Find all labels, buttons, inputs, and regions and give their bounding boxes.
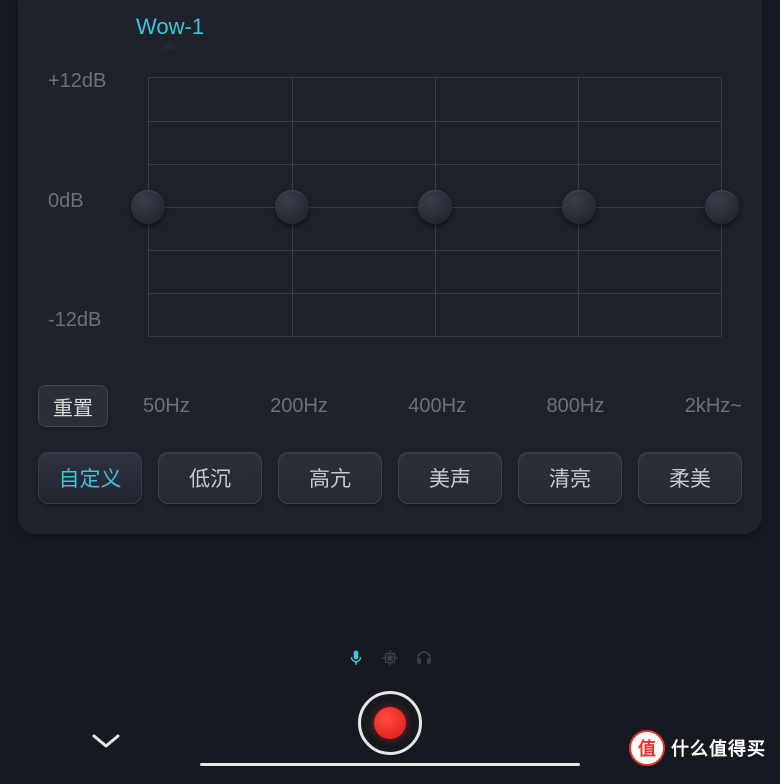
freq-labels: 50Hz 200Hz 400Hz 800Hz 2kHz~ — [108, 395, 742, 418]
preset-row: 自定义 低沉 高亢 美声 清亮 柔美 — [38, 452, 742, 504]
watermark: 值 什么值得买 — [629, 730, 766, 766]
tab-active-pointer — [161, 40, 179, 49]
freq-label: 400Hz — [408, 395, 466, 418]
preset-clear[interactable]: 清亮 — [518, 452, 622, 504]
bottom-controls: 值 什么值得买 — [0, 649, 780, 784]
status-icons — [0, 649, 780, 667]
slider-knob[interactable] — [418, 190, 452, 224]
track-progress-line[interactable] — [200, 763, 580, 766]
preset-label: 美声 — [429, 463, 471, 493]
watermark-badge-char: 值 — [638, 735, 656, 761]
slider-knob[interactable] — [275, 190, 309, 224]
reset-label: 重置 — [53, 392, 93, 421]
db-label-max: +12dB — [48, 70, 106, 93]
microphone-icon — [347, 649, 365, 667]
eq-slider-400hz[interactable] — [420, 77, 450, 337]
db-label-mid: 0dB — [48, 190, 106, 213]
chevron-down-icon — [90, 732, 122, 752]
db-label-min: -12dB — [48, 309, 106, 332]
eq-slider-800hz[interactable] — [564, 77, 594, 337]
chip-icon — [381, 649, 399, 667]
eq-graph-area: +12dB 0dB -12dB — [38, 62, 742, 372]
tab-wow1[interactable]: Wow-1 — [136, 14, 204, 48]
eq-slider-200hz[interactable] — [277, 77, 307, 337]
preset-soft[interactable]: 柔美 — [638, 452, 742, 504]
watermark-badge: 值 — [629, 730, 665, 766]
slider-knob[interactable] — [131, 190, 165, 224]
db-axis-labels: +12dB 0dB -12dB — [48, 62, 106, 352]
tab-label: Wow-1 — [136, 14, 204, 39]
tab-bar: Wow-1 — [18, 0, 762, 62]
freq-label: 200Hz — [270, 395, 328, 418]
record-dot-icon — [374, 707, 406, 739]
preset-high[interactable]: 高亢 — [278, 452, 382, 504]
record-button[interactable] — [358, 691, 422, 755]
headphone-icon — [415, 649, 433, 667]
freq-label: 50Hz — [143, 395, 190, 418]
reset-button[interactable]: 重置 — [38, 385, 108, 427]
preset-belcanto[interactable]: 美声 — [398, 452, 502, 504]
slider-knob[interactable] — [705, 190, 739, 224]
freq-label: 800Hz — [547, 395, 605, 418]
preset-label: 清亮 — [549, 463, 591, 493]
eq-slider-50hz[interactable] — [133, 77, 163, 337]
eq-slider-2khz[interactable] — [707, 77, 737, 337]
preset-custom[interactable]: 自定义 — [38, 452, 142, 504]
freq-label: 2kHz~ — [685, 395, 742, 418]
preset-label: 柔美 — [669, 463, 711, 493]
preset-label: 低沉 — [189, 463, 231, 493]
watermark-text: 什么值得买 — [671, 735, 766, 761]
equalizer-panel: Wow-1 +12dB 0dB -12dB — [18, 0, 762, 534]
preset-label: 自定义 — [59, 463, 122, 493]
preset-label: 高亢 — [309, 463, 351, 493]
preset-deep[interactable]: 低沉 — [158, 452, 262, 504]
collapse-button[interactable] — [90, 732, 122, 752]
slider-knob[interactable] — [562, 190, 596, 224]
frequency-row: 重置 50Hz 200Hz 400Hz 800Hz 2kHz~ — [38, 382, 742, 430]
